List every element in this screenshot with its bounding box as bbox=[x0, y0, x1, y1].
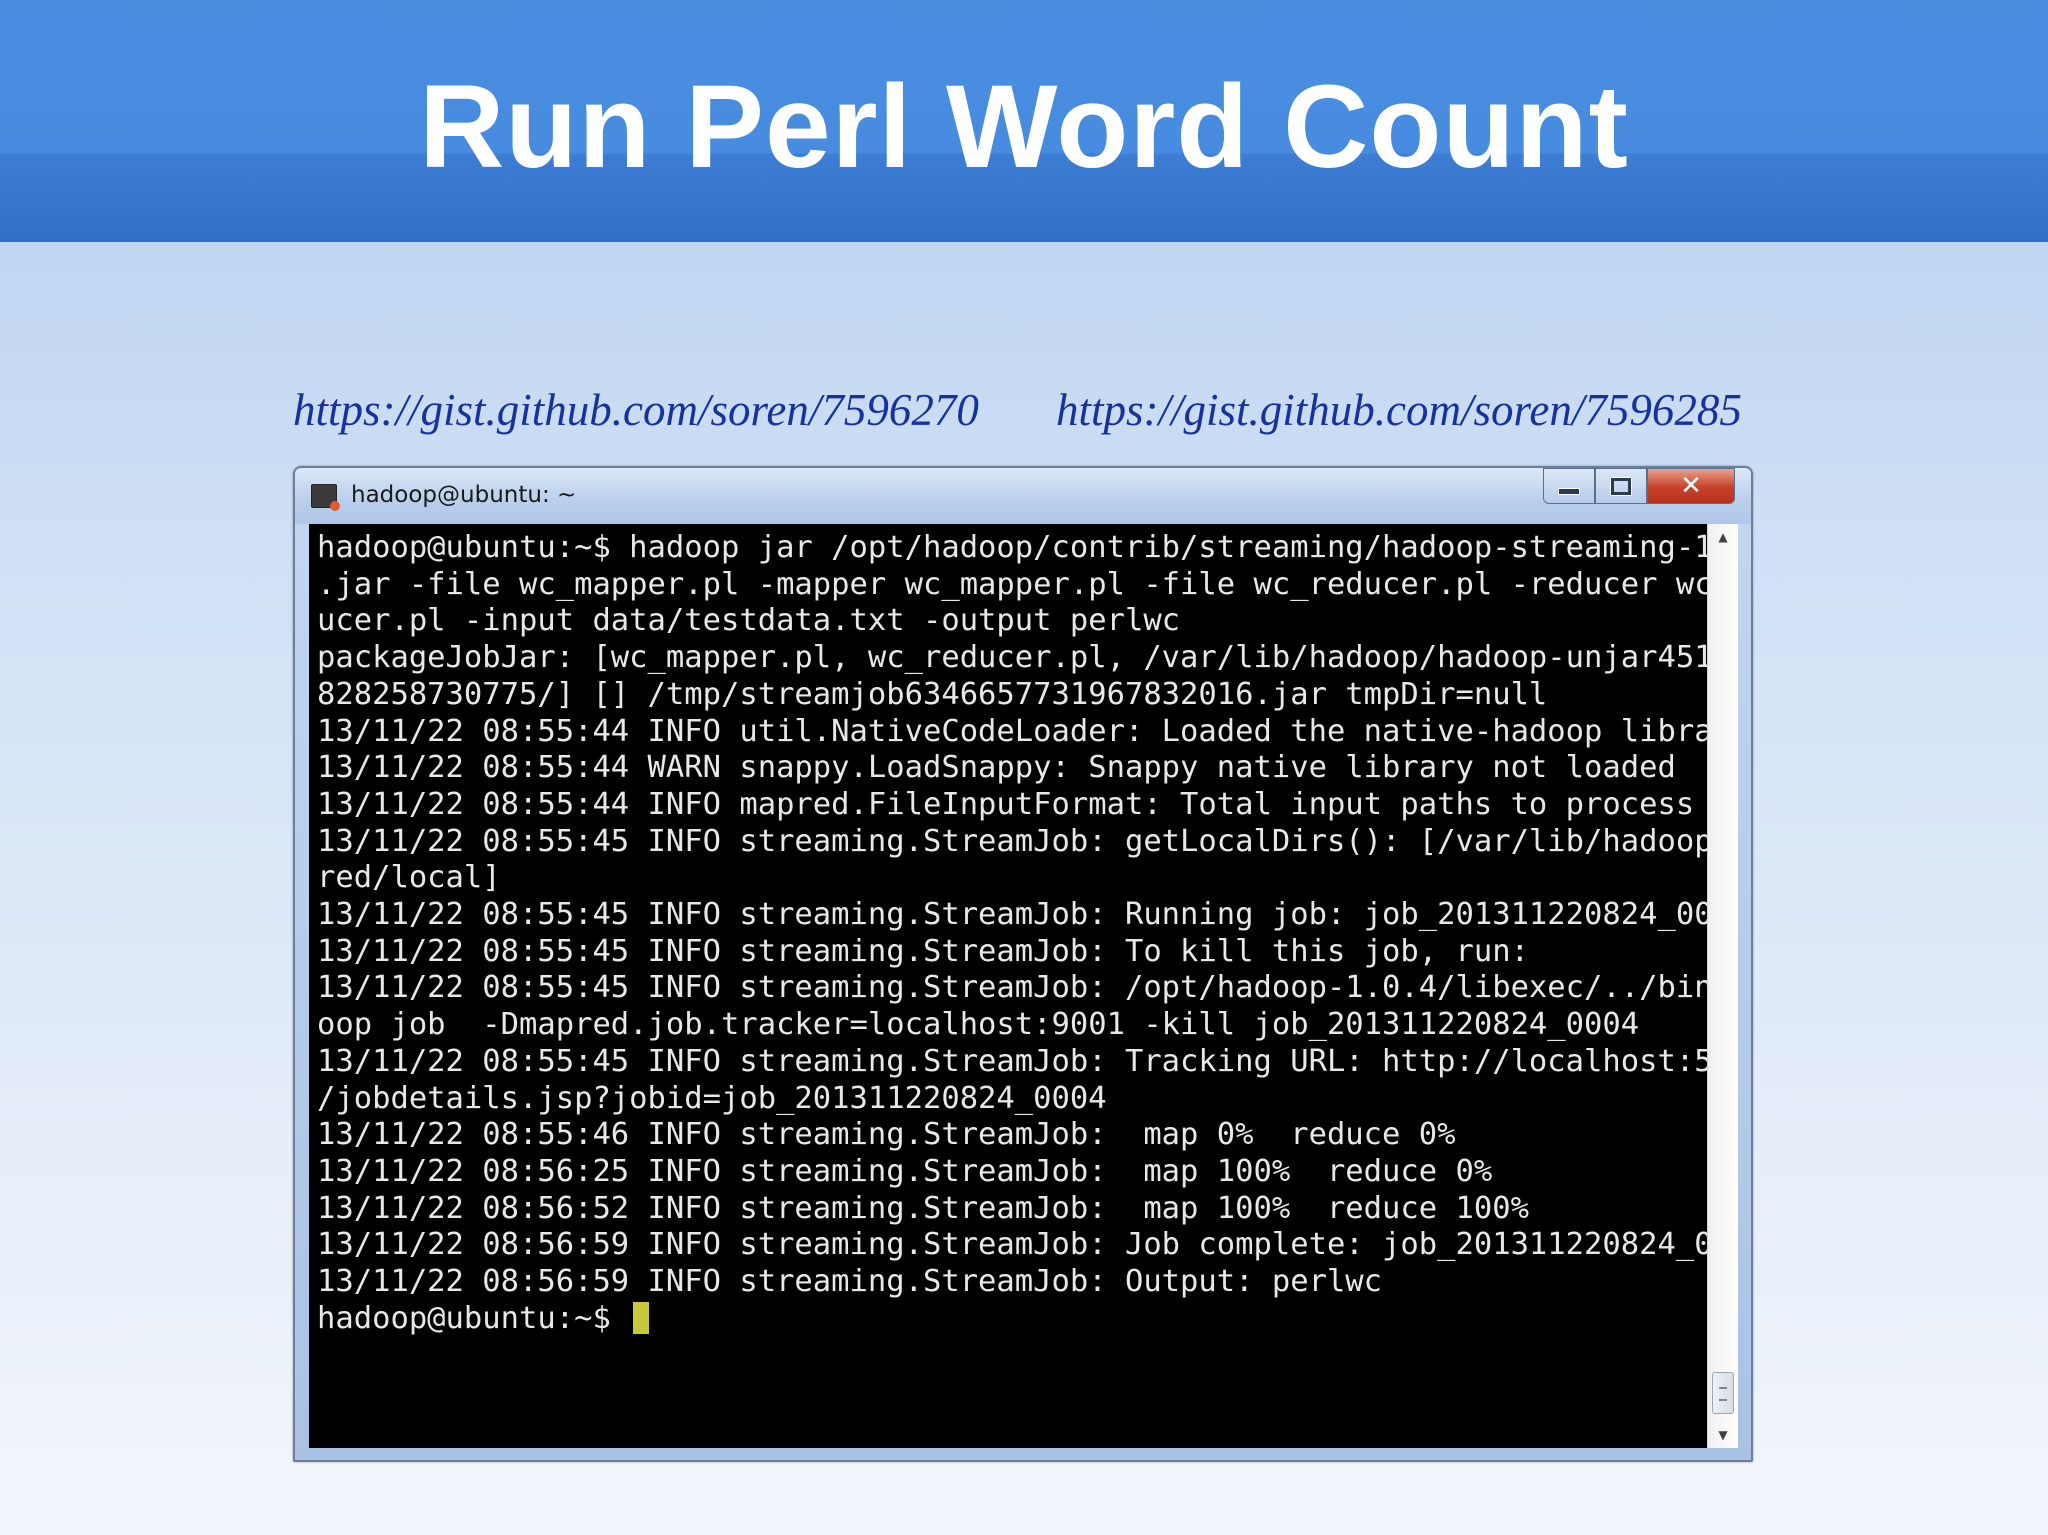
terminal-window: hadoop@ubuntu: ~ ✕ hadoop@ubuntu:~$ hado… bbox=[293, 466, 1753, 1462]
terminal-line: packageJobJar: [wc_mapper.pl, wc_reducer… bbox=[317, 640, 1735, 676]
terminal-scrollbar[interactable]: ▲ ▼ bbox=[1707, 524, 1738, 1448]
gist-link-mapper[interactable]: https://gist.github.com/soren/7596270 bbox=[293, 380, 979, 440]
gist-links: https://gist.github.com/soren/7596270 ht… bbox=[0, 380, 2048, 440]
close-icon: ✕ bbox=[1680, 471, 1702, 501]
gist-link-reducer[interactable]: https://gist.github.com/soren/7596285 bbox=[1056, 380, 1742, 440]
terminal-cursor bbox=[633, 1301, 650, 1334]
terminal-line: 13/11/22 08:56:59 INFO streaming.StreamJ… bbox=[317, 1264, 1383, 1300]
scroll-up-button[interactable]: ▲ bbox=[1708, 524, 1738, 550]
minimize-button[interactable] bbox=[1543, 468, 1595, 504]
terminal-line: .jar -file wc_mapper.pl -mapper wc_mappe… bbox=[317, 566, 1735, 602]
scroll-down-icon: ▼ bbox=[1718, 1428, 1728, 1442]
terminal-line: red/local] bbox=[317, 860, 501, 896]
terminal-line: 13/11/22 08:55:44 INFO util.NativeCodeLo… bbox=[317, 713, 1735, 749]
scrollbar-thumb[interactable] bbox=[1712, 1372, 1734, 1414]
slide-header: Run Perl Word Count bbox=[0, 0, 2048, 242]
terminal-line: ucer.pl -input data/testdata.txt -output… bbox=[317, 603, 1181, 639]
terminal-line: 13/11/22 08:56:52 INFO streaming.StreamJ… bbox=[317, 1190, 1529, 1226]
terminal-line: oop job -Dmapred.job.tracker=localhost:9… bbox=[317, 1007, 1640, 1043]
minimize-icon bbox=[1558, 487, 1580, 495]
terminal-text: hadoop@ubuntu:~$ hadoop jar /opt/hadoop/… bbox=[317, 530, 1735, 1337]
slide-title: Run Perl Word Count bbox=[419, 61, 1629, 193]
terminal-line: 13/11/22 08:55:45 INFO streaming.StreamJ… bbox=[317, 933, 1529, 969]
terminal-prompt-line: hadoop@ubuntu:~$ bbox=[317, 1301, 1735, 1338]
terminal-line: /jobdetails.jsp?jobid=job_201311220824_0… bbox=[317, 1080, 1107, 1116]
maximize-button[interactable] bbox=[1595, 468, 1647, 504]
terminal-line: 13/11/22 08:55:46 INFO streaming.StreamJ… bbox=[317, 1117, 1456, 1153]
terminal-app-icon[interactable] bbox=[311, 484, 340, 511]
scroll-up-icon: ▲ bbox=[1718, 530, 1728, 544]
terminal-line: 13/11/22 08:55:45 INFO streaming.StreamJ… bbox=[317, 823, 1735, 859]
scroll-down-button[interactable]: ▼ bbox=[1708, 1422, 1738, 1448]
terminal-output[interactable]: hadoop@ubuntu:~$ hadoop jar /opt/hadoop/… bbox=[309, 524, 1735, 1448]
terminal-line: 13/11/22 08:56:59 INFO streaming.StreamJ… bbox=[317, 1227, 1735, 1263]
close-button[interactable]: ✕ bbox=[1647, 468, 1735, 504]
window-titlebar[interactable]: hadoop@ubuntu: ~ ✕ bbox=[295, 468, 1751, 524]
terminal-prompt: hadoop@ubuntu:~$ bbox=[317, 1300, 630, 1336]
maximize-icon bbox=[1611, 477, 1631, 495]
terminal-line: hadoop@ubuntu:~$ hadoop jar /opt/hadoop/… bbox=[317, 530, 1735, 565]
terminal-line: 13/11/22 08:55:45 INFO streaming.StreamJ… bbox=[317, 1043, 1735, 1079]
terminal-line: 13/11/22 08:55:44 INFO mapred.FileInputF… bbox=[317, 786, 1735, 822]
terminal-line: 828258730775/] [] /tmp/streamjob63466577… bbox=[317, 676, 1548, 712]
terminal-line: 13/11/22 08:55:45 INFO streaming.StreamJ… bbox=[317, 970, 1735, 1006]
terminal-line: 13/11/22 08:56:25 INFO streaming.StreamJ… bbox=[317, 1153, 1493, 1189]
terminal-line: 13/11/22 08:55:44 WARN snappy.LoadSnappy… bbox=[317, 750, 1676, 786]
terminal-line: 13/11/22 08:55:45 INFO streaming.StreamJ… bbox=[317, 897, 1735, 933]
window-title: hadoop@ubuntu: ~ bbox=[351, 482, 577, 508]
